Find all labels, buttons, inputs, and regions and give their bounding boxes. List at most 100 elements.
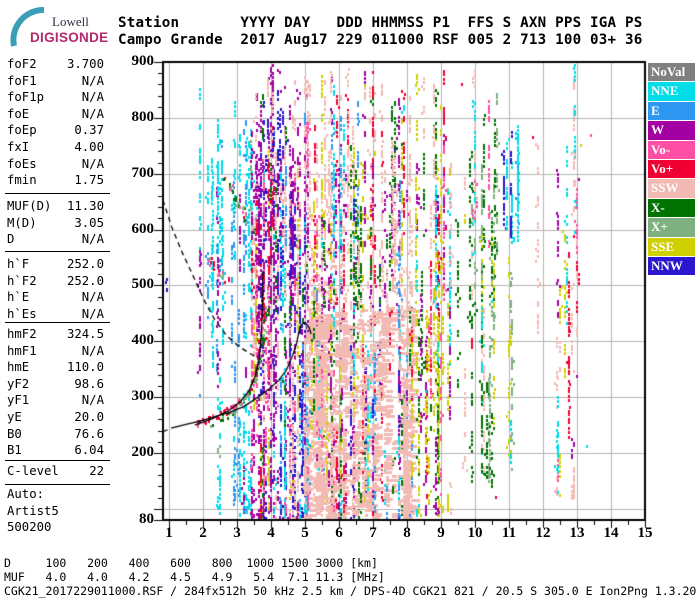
param-value: N/A <box>81 73 104 88</box>
param-row-fmin: fmin 1.75 <box>7 173 104 187</box>
param-label: MUF(D) <box>7 199 52 213</box>
x-axis-label-14: 14 <box>603 525 619 541</box>
x-axis-label-4: 4 <box>267 525 275 541</box>
param-value: 3.05 <box>74 215 104 230</box>
muf-distance-row: D 100 200 400 600 800 1000 1500 3000 [km… <box>4 556 378 570</box>
param-row-fof1: foF1 N/A <box>7 74 104 88</box>
param-value: 0.37 <box>74 123 104 138</box>
param-value: N/A <box>81 290 104 305</box>
param-value: N/A <box>81 343 104 358</box>
param-row-mufd: MUF(D) 11.30 <box>7 199 104 213</box>
param-row-hmf2: hmF2 324.5 <box>7 327 104 341</box>
param-label: h`F2 <box>7 273 37 288</box>
param-value: 110.0 <box>66 360 104 375</box>
x-axis-label-13: 13 <box>569 525 585 541</box>
y-axis-label-900: 900 <box>131 53 155 69</box>
param-label: foF1p <box>7 90 45 105</box>
param-divider <box>5 251 110 252</box>
x-axis-label-10: 10 <box>467 525 483 541</box>
legend-item-vo: Vo- <box>648 140 695 159</box>
x-axis-label-2: 2 <box>199 525 207 541</box>
param-label: yF2 <box>7 376 30 391</box>
header-field-names: Station YYYY DAY DDD HHMMSS P1 FFS S AXN… <box>118 15 643 31</box>
x-axis-label-5: 5 <box>301 525 309 541</box>
param-value: N/A <box>81 90 104 105</box>
param-row-hme: hmE 110.0 <box>7 360 104 374</box>
param-label: hmF2 <box>7 327 37 341</box>
param-label: yE <box>7 410 22 424</box>
param-value: 11.30 <box>66 199 104 213</box>
param-row-auto: Auto: <box>7 487 104 501</box>
param-row-ye: yE 20.0 <box>7 410 104 424</box>
param-value: 6.04 <box>74 443 104 458</box>
param-value: 98.6 <box>74 376 104 391</box>
legend-item-noval: NoVal <box>648 63 695 82</box>
param-row-yf2: yF2 98.6 <box>7 377 104 391</box>
param-label: Auto: <box>7 487 45 501</box>
param-label: foF1 <box>7 73 37 88</box>
param-divider <box>5 484 110 485</box>
legend-item-ssw: SSW <box>648 179 695 198</box>
param-row-clevel: C-level 22 <box>7 464 104 478</box>
param-row-d: D N/A <box>7 232 104 246</box>
param-row-he: h`E N/A <box>7 290 104 304</box>
param-label: hmE <box>7 360 30 375</box>
param-row-md: M(D) 3.05 <box>7 216 104 230</box>
header-field-values: Campo Grande 2017 Aug17 229 011000 RSF 0… <box>118 32 643 48</box>
legend-item-vo: Vo+ <box>648 160 695 179</box>
file-info-row: CGK21_2017229011000.RSF / 284fx512h 50 k… <box>4 584 697 598</box>
x-axis-label-15: 15 <box>637 525 653 541</box>
x-axis-label-1: 1 <box>165 525 173 541</box>
param-label: h`F <box>7 257 30 271</box>
param-value: 252.0 <box>66 257 104 271</box>
param-divider <box>5 322 110 323</box>
param-label: foEs <box>7 156 37 171</box>
param-row-b0: B0 76.6 <box>7 427 104 441</box>
param-label: B1 <box>7 443 22 458</box>
param-label: h`E <box>7 290 30 305</box>
legend-item-sse: SSE <box>648 237 695 256</box>
digisonde-logo: Lowell DIGISONDE <box>4 4 116 48</box>
legend-item-nnw: NNW <box>648 257 695 276</box>
y-axis-label-300: 300 <box>131 388 155 405</box>
param-label: M(D) <box>7 215 37 230</box>
param-divider <box>5 193 110 194</box>
param-value: 20.0 <box>74 410 104 424</box>
param-row-hes: h`Es N/A <box>7 307 104 321</box>
param-value: N/A <box>81 393 104 408</box>
param-label: D <box>7 232 15 247</box>
x-axis-label-6: 6 <box>335 525 343 541</box>
param-row-yf1: yF1 N/A <box>7 393 104 407</box>
param-row-b1: B1 6.04 <box>7 443 104 457</box>
param-row-foes: foEs N/A <box>7 157 104 171</box>
param-label: C-level <box>7 464 59 478</box>
y-axis-label-80: 80 <box>139 510 154 527</box>
legend-item-x: X- <box>648 198 695 218</box>
x-axis-label-8: 8 <box>403 525 411 541</box>
param-value: N/A <box>81 156 104 171</box>
y-axis-label-400: 400 <box>131 332 155 349</box>
param-label: foE <box>7 106 30 121</box>
x-axis-label-7: 7 <box>369 525 377 541</box>
param-row-hf2: h`F2 252.0 <box>7 274 104 288</box>
param-value: N/A <box>81 306 104 321</box>
param-row-hmf1: hmF1 N/A <box>7 344 104 358</box>
param-value: 4.00 <box>74 140 104 154</box>
logo-lowell-text: Lowell <box>52 14 89 29</box>
ionogram-plot-canvas <box>0 0 700 600</box>
param-row-fof2: foF2 3.700 <box>7 57 104 71</box>
legend-item-w: W <box>648 121 695 140</box>
param-value: 252.0 <box>66 273 104 288</box>
param-value: 1.75 <box>74 173 104 188</box>
param-row-artist5: Artist5 <box>7 504 104 518</box>
param-row-500200: 500200 <box>7 520 104 534</box>
x-axis-label-9: 9 <box>437 525 445 541</box>
param-label: fxI <box>7 140 30 154</box>
param-label: B0 <box>7 426 22 441</box>
param-label: 500200 <box>7 520 52 535</box>
ionogram-window: Lowell DIGISONDE Station YYYY DAY DDD HH… <box>0 0 700 600</box>
x-axis-label-3: 3 <box>233 525 241 541</box>
y-axis-label-700: 700 <box>131 164 155 181</box>
legend-item-x: X+ <box>648 218 695 237</box>
param-row-fxi: fxI 4.00 <box>7 140 104 154</box>
